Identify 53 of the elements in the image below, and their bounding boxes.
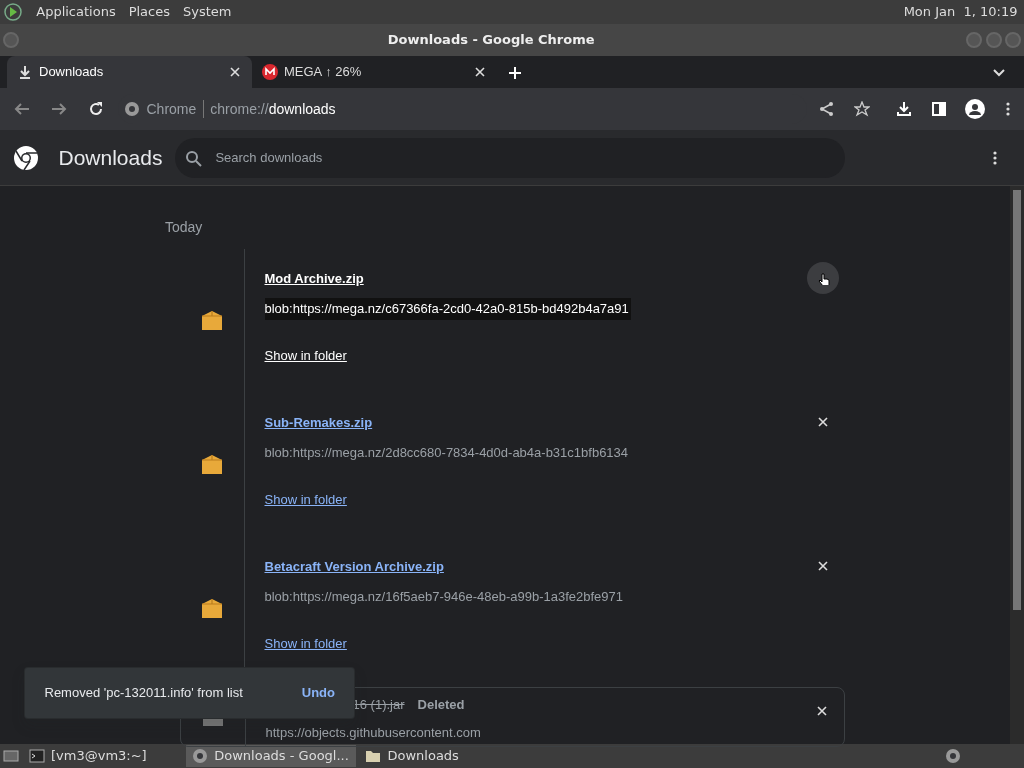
source-url: blob:https://mega.nz/2d8cc680-7834-4d0d-ab4a-b31c1bfb6134 [264,444,630,462]
browser-tab[interactable]: Downloads [6,56,252,88]
chrome-icon [124,101,140,117]
search-field[interactable]: Search downloads [175,137,846,178]
status-text: Deleted [417,695,465,714]
url-text: chrome://downloads [210,99,336,119]
terminal-icon [28,748,45,764]
file-name-link[interactable]: Mod Archive.zip [264,268,364,288]
source-url: blob:https://mega.nz/c67366fa-2cd0-42a0-815b-bd492b4a7a91 [264,298,631,320]
taskbar-item[interactable]: [vm3@vm3:~] [22,745,183,767]
menu-item[interactable]: System [183,2,232,22]
menu-logo-icon[interactable] [3,2,24,22]
show-in-folder-link[interactable]: Show in folder [264,489,347,509]
menu-item[interactable]: Applications [36,2,116,22]
more-options-icon[interactable] [991,149,999,166]
show-in-folder-link[interactable]: Show in folder [264,345,347,365]
source-url: https://objects.githubusercontent.com [265,724,482,742]
browser-tab[interactable]: MEGA ↑ 26% [251,56,497,88]
bookmark-star-icon[interactable] [853,101,870,117]
close-icon [815,559,830,573]
chrome-tray-icon[interactable] [944,748,961,764]
mega-logo-icon [261,64,278,80]
search-icon [185,149,203,167]
remove-button[interactable] [806,262,839,294]
scrollbar-thumb[interactable] [1013,190,1021,610]
side-panel-icon[interactable] [930,101,947,117]
download-icon[interactable] [896,101,912,117]
source-url: blob:https://mega.nz/16f5aeb7-946e-48eb-a99b-1a3fe2bfe971 [264,588,624,606]
page-title: Downloads [58,144,163,171]
toast-message: Removed 'pc-132011.info' from list [44,684,243,703]
menu-item[interactable]: Places [128,2,170,22]
undo-button[interactable]: Undo [295,682,341,704]
profile-icon[interactable] [965,99,985,119]
close-icon [814,703,829,718]
window-title: Downloads - Google Chrome [387,31,595,50]
show-in-folder-link[interactable]: Show in folder [264,633,347,653]
chrome-logo-icon [13,144,39,171]
close-icon[interactable] [472,65,487,79]
file-name-link[interactable]: Sub-Remakes.zip [264,412,373,432]
taskbar-item[interactable]: Downloads [359,745,529,767]
folder-icon [365,748,381,764]
section-heading: Today [165,218,204,237]
chrome-icon [191,748,208,764]
scrollbar[interactable] [1010,186,1024,744]
taskbar-item[interactable]: Downloads - Googl... [185,745,356,767]
site-label: Chrome [146,99,197,119]
clock: Mon Jan 1, 10:19 [903,3,1019,22]
close-icon [815,415,830,429]
close-icon[interactable] [227,65,242,79]
show-desktop-icon[interactable] [3,748,20,764]
plus-icon [508,65,522,80]
share-icon[interactable] [819,101,835,117]
file-name-link[interactable]: Betacraft Version Archive.zip [264,556,444,576]
